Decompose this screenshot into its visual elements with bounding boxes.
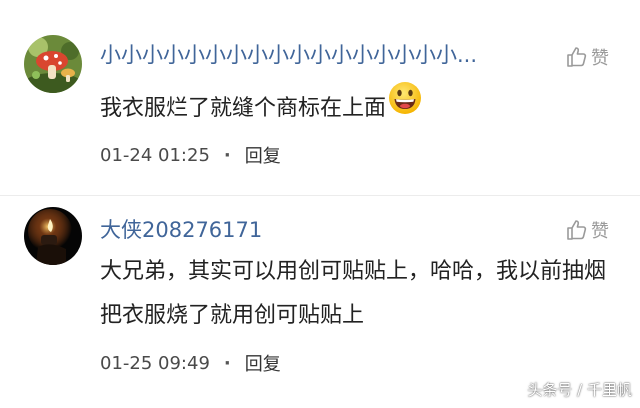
comment-username[interactable]: 大侠208276171 [100, 217, 262, 243]
like-label: 赞 [591, 48, 609, 69]
thumbs-up-icon [567, 220, 587, 240]
comment-list: 小小小小小小小小小小小小小小小小小... 赞 我衣服烂了就缝个商标在上面 01-… [0, 0, 640, 408]
like-button[interactable]: 赞 [565, 44, 609, 70]
like-button[interactable]: 赞 [565, 217, 609, 243]
grinning-face-icon [388, 81, 422, 131]
lighter-flame-avatar-icon [24, 207, 82, 265]
comment-item: 小小小小小小小小小小小小小小小小小... 赞 我衣服烂了就缝个商标在上面 01-… [0, 0, 640, 196]
avatar[interactable] [24, 35, 82, 93]
comment-username[interactable]: 小小小小小小小小小小小小小小小小小... [100, 42, 477, 68]
comment-item: 大侠208276171 赞 大兄弟，其实可以用创可贴贴上，哈哈，我以前抽烟把衣服… [0, 196, 640, 408]
comment-date: 01-24 01:25 [100, 144, 210, 166]
mushroom-avatar-icon [24, 35, 82, 93]
watermark: 头条号 / 千里帆 [527, 381, 632, 399]
reply-button[interactable]: 回复 [245, 350, 281, 376]
separator-dot: · [223, 352, 231, 374]
comment-meta: 01-25 09:49 · 回复 [100, 350, 281, 376]
separator-dot: · [223, 144, 231, 166]
avatar[interactable] [24, 207, 82, 265]
comment-meta: 01-24 01:25 · 回复 [100, 142, 281, 168]
comment-date: 01-25 09:49 [100, 352, 210, 374]
thumbs-up-icon [567, 47, 587, 67]
comment-text: 大兄弟，其实可以用创可贴贴上，哈哈，我以前抽烟把衣服烧了就用创可贴贴上 [100, 259, 607, 328]
comment-text: 我衣服烂了就缝个商标在上面 [100, 81, 610, 134]
reply-button[interactable]: 回复 [245, 142, 281, 168]
like-label: 赞 [591, 221, 609, 242]
